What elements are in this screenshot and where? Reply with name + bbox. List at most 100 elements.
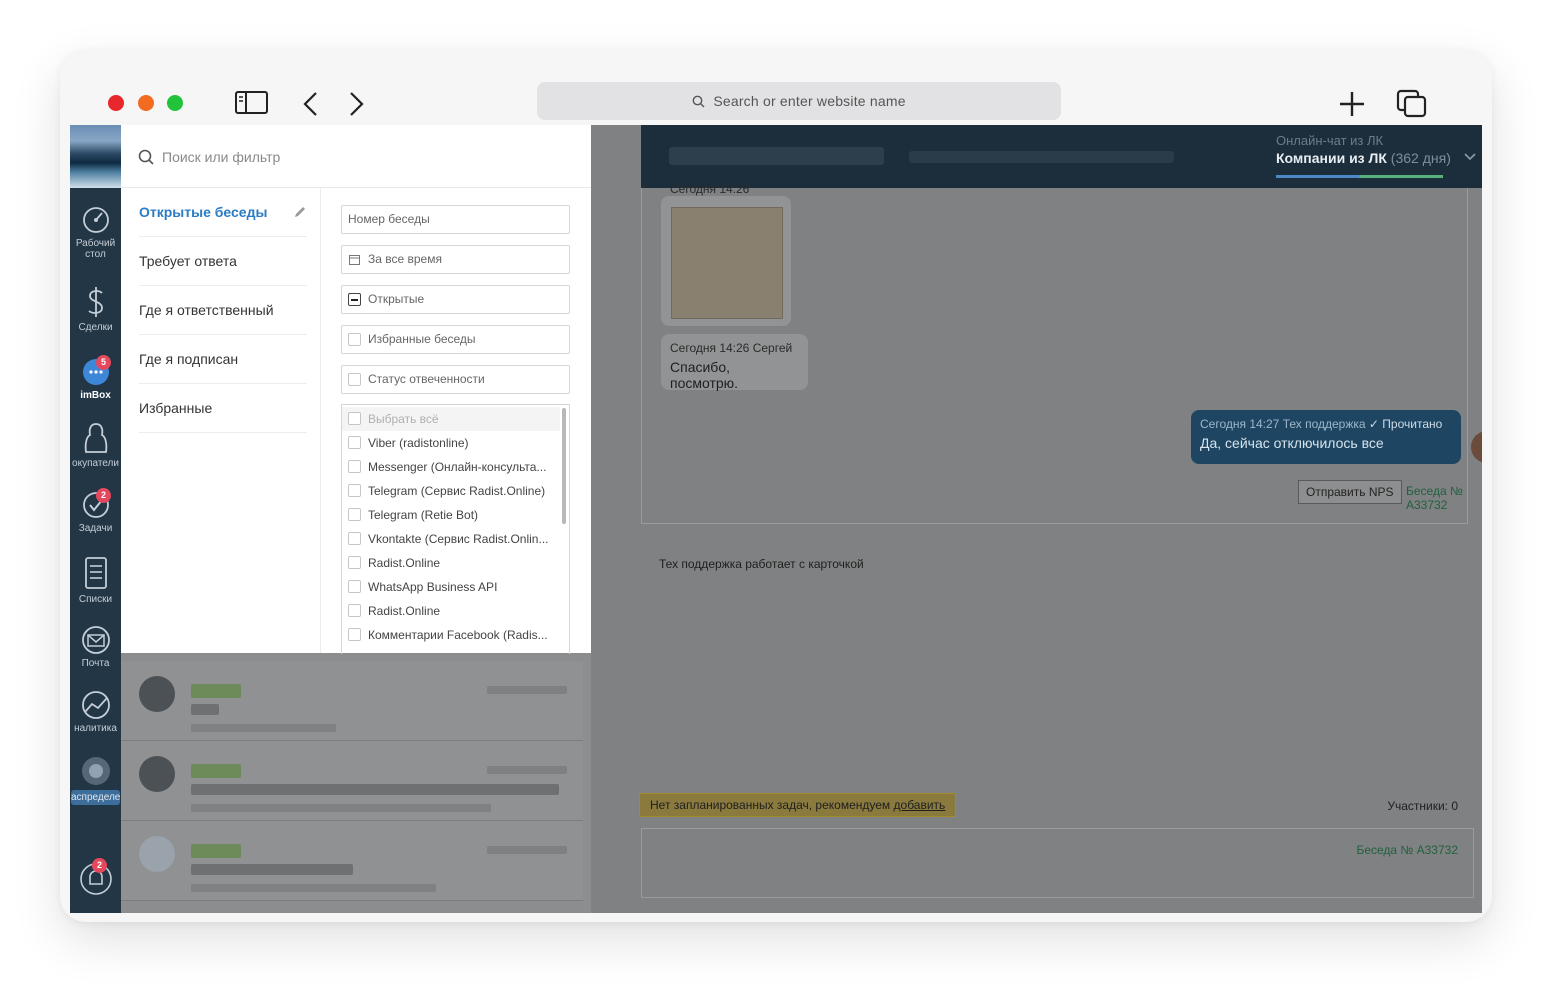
period-field[interactable]: За все время	[341, 245, 570, 274]
analytics-icon	[81, 691, 110, 719]
conversation-number-field[interactable]: Номер беседы	[341, 205, 570, 234]
nav-dashboard[interactable]: Рабочий стол	[70, 205, 121, 260]
conversation-time	[487, 686, 567, 694]
source-item[interactable]: Telegram (Сервис Radist.Online)	[342, 479, 560, 503]
sidebar-toggle-icon[interactable]	[235, 91, 269, 120]
list-item[interactable]	[121, 741, 583, 821]
address-placeholder: Search or enter website name	[713, 93, 906, 109]
chevron-down-icon[interactable]	[1464, 153, 1476, 161]
message-meta: Сегодня 14:27 Тех поддержка ✓ Прочитано	[1200, 417, 1443, 431]
conversation-link[interactable]: Беседа № A33732	[1406, 484, 1467, 512]
source-item[interactable]: Radist.Online	[342, 599, 560, 623]
browser-window: Search or enter website name Рабочий сто…	[60, 50, 1492, 922]
nav-notifications[interactable]: 2	[70, 858, 121, 899]
checkbox[interactable]	[348, 436, 361, 449]
task-reminder: Нет запланированных задач, рекомендуем д…	[639, 793, 957, 817]
preset-responsible[interactable]: Где я ответственный	[139, 286, 307, 335]
send-nps-button[interactable]: Отправить NPS	[1298, 480, 1402, 504]
back-icon[interactable]	[302, 91, 320, 122]
checkbox[interactable]	[348, 460, 361, 473]
conversation-title	[191, 704, 219, 715]
chat-history: Сегодня 14:26 Сегодня 14:26 Сергей Спаси…	[641, 182, 1482, 524]
edit-icon[interactable]	[293, 205, 307, 219]
status-field[interactable]: Открытые	[341, 285, 570, 314]
read-status: ✓ Прочитано	[1368, 417, 1443, 431]
imbox-badge: 5	[96, 355, 111, 370]
desktop-stage: Search or enter website name Рабочий сто…	[0, 0, 1553, 995]
nav-mail[interactable]: Почта	[70, 625, 121, 669]
checkbox[interactable]	[348, 628, 361, 641]
message-bubble-incoming: Сегодня 14:26 Сергей Спасибо, посмотрю.	[661, 334, 808, 391]
add-task-link[interactable]: добавить	[894, 798, 946, 812]
zoom-window-button[interactable]	[167, 95, 183, 111]
source-item[interactable]: Vkontakte (Сервис Radist.Onlin...	[342, 527, 560, 551]
list-item[interactable]	[121, 821, 583, 901]
conversation-time	[487, 766, 567, 774]
conversation-list	[121, 653, 591, 913]
tabs-overview-icon[interactable]	[1396, 89, 1428, 124]
conversation-title	[191, 864, 353, 875]
participants-count: Участники: 0	[1387, 799, 1458, 813]
list-icon	[84, 557, 107, 589]
minimize-window-button[interactable]	[138, 95, 154, 111]
pipeline-stage[interactable]: Компании из ЛК (362 дня)	[1276, 150, 1451, 166]
avatar	[139, 676, 175, 712]
source-item[interactable]: Комментарии Facebook (Radis...	[342, 623, 560, 647]
message-image-preview[interactable]	[671, 207, 783, 319]
preset-favorites[interactable]: Избранные	[139, 384, 307, 433]
source-item[interactable]: Telegram (Retie Bot)	[342, 503, 560, 527]
browser-toolbar: Search or enter website name	[70, 58, 1482, 124]
preset-open-conversations[interactable]: Открытые беседы	[139, 188, 307, 237]
answer-status-field[interactable]: Статус отвеченности	[341, 365, 570, 394]
checkbox[interactable]	[348, 556, 361, 569]
source-list: Выбрать всё Viber (radistonline) Messeng…	[341, 404, 570, 654]
source-item[interactable]: WhatsApp Business API	[342, 575, 560, 599]
dollar-icon	[87, 287, 103, 317]
filter-search[interactable]: Поиск или фильтр	[121, 125, 591, 188]
checkbox[interactable]	[348, 580, 361, 593]
source-list-scrollbar[interactable]	[562, 408, 566, 524]
close-window-button[interactable]	[108, 95, 124, 111]
nav-tasks[interactable]: Задачи 2	[70, 488, 121, 534]
new-tab-icon[interactable]	[1338, 90, 1366, 123]
checkbox[interactable]	[348, 604, 361, 617]
favorites-field[interactable]: Избранные беседы	[341, 325, 570, 354]
message-bubble-outgoing: Сегодня 14:27 Тех поддержка ✓ Прочитано …	[1191, 410, 1461, 464]
compose-conversation-link[interactable]: Беседа № A33732	[1356, 843, 1458, 857]
nav-lists[interactable]: Списки	[70, 555, 121, 605]
checkbox[interactable]	[348, 484, 361, 497]
preset-needs-reply[interactable]: Требует ответа	[139, 237, 307, 286]
filter-fields: Номер беседы За все время Открытые Избра…	[341, 188, 571, 654]
favorites-checkbox[interactable]	[348, 333, 361, 346]
address-bar[interactable]: Search or enter website name	[537, 82, 1061, 120]
preset-subscribed[interactable]: Где я подписан	[139, 335, 307, 384]
forward-icon[interactable]	[347, 91, 365, 122]
calendar-icon	[349, 255, 360, 265]
checkbox[interactable]	[348, 532, 361, 545]
agent-avatar	[1471, 431, 1482, 463]
status-badge	[191, 684, 241, 698]
support-note: Тех поддержка работает с карточкой	[659, 557, 864, 571]
source-select-all[interactable]: Выбрать всё	[342, 407, 560, 431]
answer-status-checkbox[interactable]	[348, 373, 361, 386]
avatar	[139, 756, 175, 792]
nav-customers[interactable]: окупатели	[70, 421, 121, 469]
checkbox[interactable]	[348, 412, 361, 425]
compose-box[interactable]: Беседа № A33732	[641, 828, 1474, 898]
app-sidebar: Рабочий стол Сделки imBox 5 окупатели За…	[70, 125, 121, 913]
avatar	[139, 836, 175, 872]
status-checkbox[interactable]	[348, 293, 361, 306]
source-item[interactable]: Viber (radistonline)	[342, 431, 560, 455]
company-logo[interactable]	[70, 125, 121, 188]
conversation-title	[191, 784, 559, 795]
nav-imbox[interactable]: imBox 5	[70, 355, 121, 401]
message-text: Спасибо, посмотрю.	[670, 359, 739, 391]
checkbox[interactable]	[348, 508, 361, 521]
source-item[interactable]: Radist.Online	[342, 551, 560, 575]
list-item[interactable]	[121, 661, 583, 741]
nav-deals[interactable]: Сделки	[70, 285, 121, 333]
nav-analytics[interactable]: налитика	[70, 690, 121, 734]
customers-icon	[84, 423, 107, 453]
source-item[interactable]: Messenger (Онлайн-консульта...	[342, 455, 560, 479]
nav-distribution[interactable]: аспределе	[70, 755, 121, 805]
